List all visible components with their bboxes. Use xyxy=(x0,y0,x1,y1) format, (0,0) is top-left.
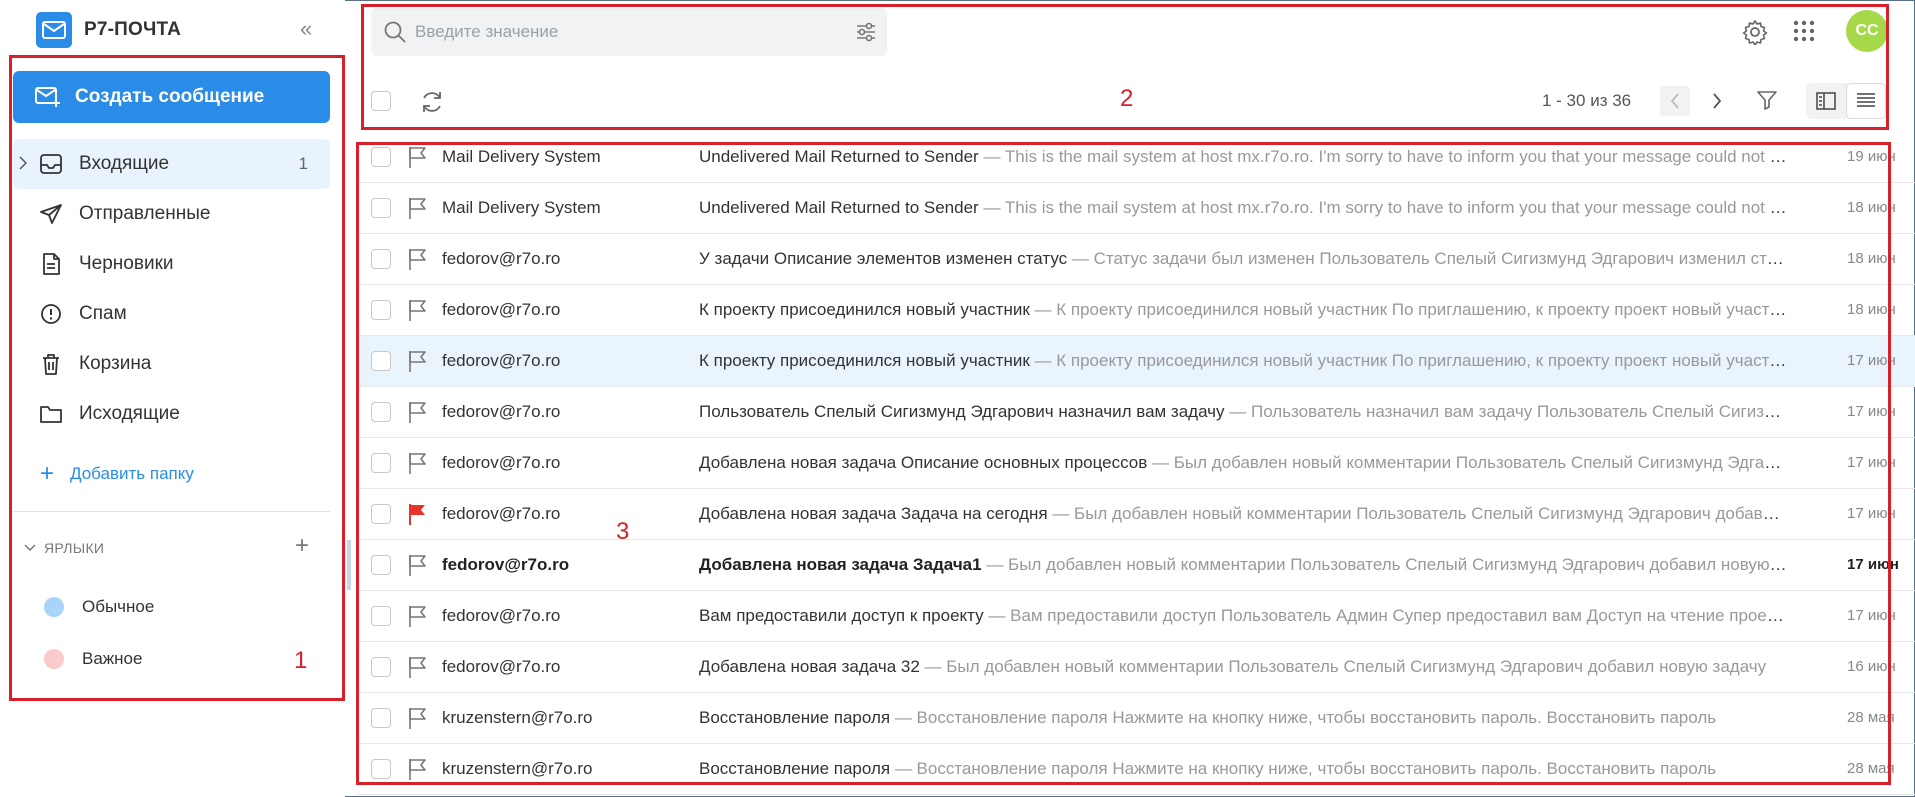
mail-logo-icon xyxy=(36,12,72,48)
annotation-box-1 xyxy=(9,55,345,701)
annotation-number-2: 2 xyxy=(1120,85,1134,112)
collapse-sidebar-icon[interactable]: « xyxy=(300,16,312,42)
app-title: Р7-ПОЧТА xyxy=(84,19,182,40)
annotation-box-3 xyxy=(356,142,1891,785)
annotation-number-1: 1 xyxy=(294,647,308,674)
annotation-number-3: 3 xyxy=(616,518,630,545)
sidebar-resize-handle[interactable] xyxy=(347,540,351,590)
app-logo[interactable]: Р7-ПОЧТА xyxy=(36,12,181,48)
